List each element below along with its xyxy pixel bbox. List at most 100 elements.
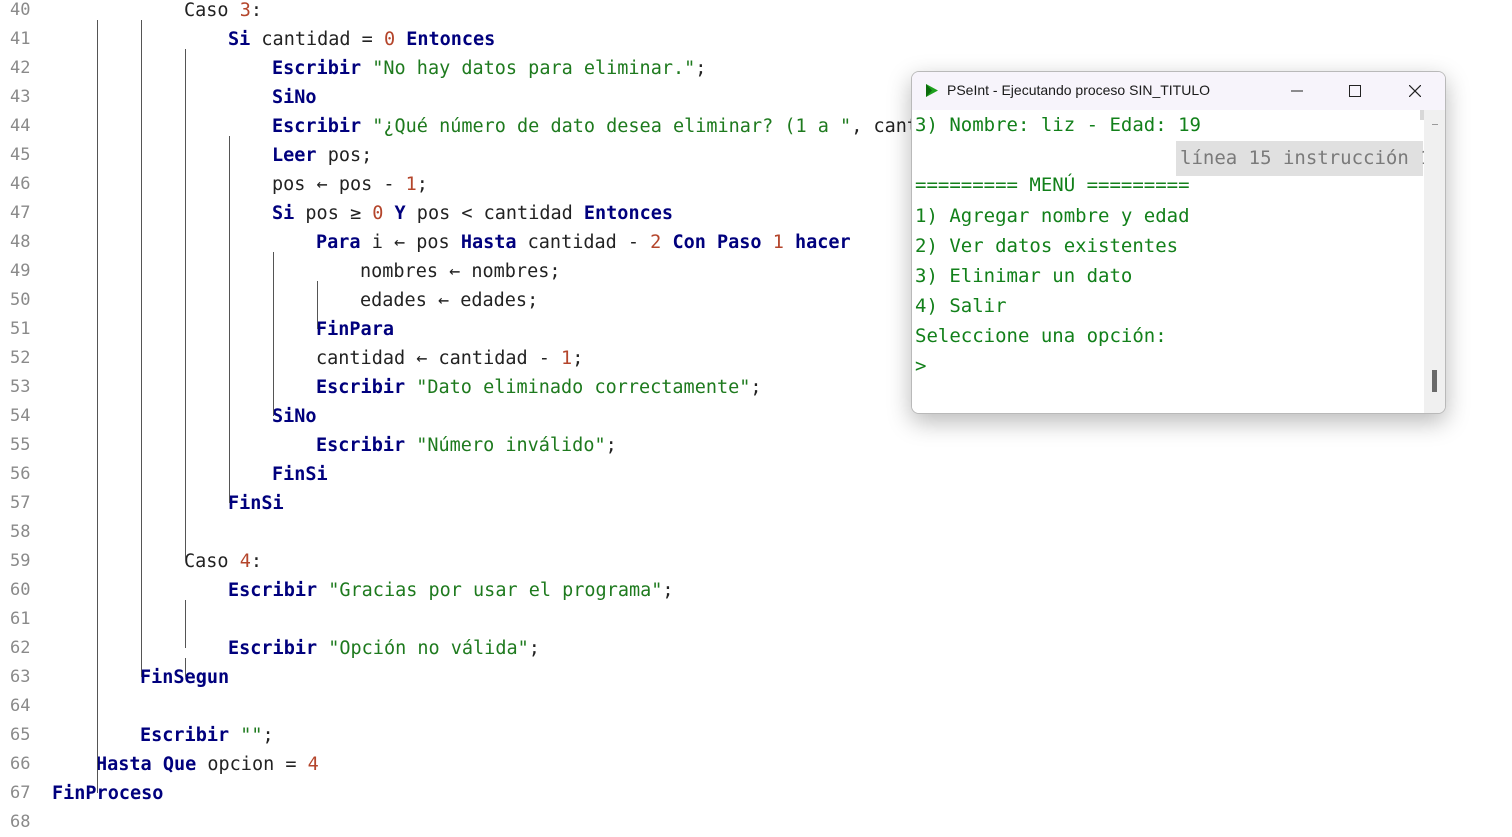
code-text[interactable]: pos ← pos - 1;: [272, 170, 428, 199]
code-token: Escribir: [272, 116, 362, 137]
input-prompt[interactable]: >: [915, 352, 926, 380]
code-line[interactable]: 67 FinProceso: [0, 779, 1512, 808]
code-token: ;: [262, 725, 274, 746]
code-line[interactable]: 68: [0, 808, 1512, 837]
minimize-button[interactable]: [1268, 72, 1326, 110]
code-token: Caso: [184, 551, 240, 572]
code-token: :: [250, 0, 262, 21]
console-line: Seleccione una opción:: [915, 325, 1167, 347]
code-line[interactable]: 66 Hasta Que opcion = 4: [0, 750, 1512, 779]
code-token: :: [250, 551, 262, 572]
line-number: 52: [10, 348, 31, 368]
code-token: ;: [572, 348, 584, 369]
code-text[interactable]: Escribir "Gracias por usar el programa";: [228, 576, 674, 605]
code-text[interactable]: nombres ← nombres;: [360, 257, 560, 286]
code-token: Escribir: [228, 638, 318, 659]
code-token: Caso: [184, 0, 240, 21]
code-token: , cant: [851, 116, 919, 137]
code-text[interactable]: Caso 3:: [184, 0, 262, 25]
code-token: cantidad -: [516, 232, 651, 253]
console-output[interactable]: > Seleccione una opción: 4) Salir 3) Elinim…: [912, 110, 1432, 413]
line-number: 44: [10, 116, 31, 136]
code-line[interactable]: 61: [0, 605, 1512, 634]
code-text[interactable]: FinSi: [272, 460, 328, 489]
code-line[interactable]: 60 Escribir "Gracias por usar el programa…: [0, 576, 1512, 605]
code-text[interactable]: Escribir "¿Qué número de dato desea elim…: [272, 112, 918, 141]
code-text[interactable]: Escribir "Número inválido";: [316, 431, 617, 460]
line-number: 68: [10, 812, 31, 832]
line-number: 46: [10, 174, 31, 194]
line-number: 60: [10, 580, 31, 600]
line-number: 45: [10, 145, 31, 165]
code-text[interactable]: Escribir "No hay datos para eliminar.";: [272, 54, 706, 83]
code-token: ;: [695, 58, 707, 79]
code-line[interactable]: 65 Escribir "";: [0, 721, 1512, 750]
code-token: Hasta: [460, 232, 517, 253]
console-line: 4) Salir: [915, 295, 1007, 317]
code-text[interactable]: Escribir "Opción no válida";: [228, 634, 540, 663]
indent-guide: [185, 600, 186, 648]
code-token: "Dato eliminado correctamente": [416, 377, 751, 398]
code-text[interactable]: Escribir "Dato eliminado correctamente";: [316, 373, 762, 402]
code-text[interactable]: Si pos ≥ 0 Y pos < cantidad Entonces: [272, 199, 673, 228]
code-line[interactable]: 59 Caso 4:: [0, 547, 1512, 576]
code-token: ;: [750, 377, 762, 398]
code-line[interactable]: 63 FinSegun: [0, 663, 1512, 692]
code-text[interactable]: FinSi: [228, 489, 284, 518]
code-text[interactable]: Si cantidad = 0 Entonces: [228, 25, 495, 54]
console-title: PSeInt - Ejecutando proceso SIN_TITULO: [947, 82, 1211, 98]
code-line[interactable]: 55 Escribir "Número inválido";: [0, 431, 1512, 460]
code-token: Si: [228, 29, 251, 50]
code-token: Escribir: [140, 725, 230, 746]
code-line[interactable]: 64: [0, 692, 1512, 721]
line-number: 55: [10, 435, 31, 455]
code-text[interactable]: Hasta Que opcion = 4: [96, 750, 319, 779]
pseint-logo-icon: [926, 84, 938, 97]
code-line[interactable]: 57 FinSi: [0, 489, 1512, 518]
code-text[interactable]: FinProceso: [52, 779, 163, 808]
indent-guide: [273, 252, 274, 416]
code-token: 1: [561, 348, 573, 369]
code-line[interactable]: 62 Escribir "Opción no válida";: [0, 634, 1512, 663]
code-line[interactable]: 58: [0, 518, 1512, 547]
code-text[interactable]: Escribir "";: [140, 721, 274, 750]
code-line[interactable]: 56 FinSi: [0, 460, 1512, 489]
code-token: "No hay datos para eliminar.": [372, 58, 696, 79]
code-text[interactable]: Caso 4:: [184, 547, 262, 576]
code-token: Escribir: [272, 58, 362, 79]
code-token: FinSi: [228, 493, 284, 514]
line-number: 67: [10, 783, 31, 803]
console-window[interactable]: PSeInt - Ejecutando proceso SIN_TITULO >…: [911, 71, 1446, 414]
code-text[interactable]: Para i ← pos Hasta cantidad - 2 Con Paso…: [316, 228, 851, 257]
console-scrollbar[interactable]: [1424, 110, 1445, 413]
code-token: Entonces: [406, 29, 496, 50]
code-token: 3: [239, 0, 251, 21]
line-number: 64: [10, 696, 31, 716]
code-token: Escribir: [228, 580, 318, 601]
code-line[interactable]: 40 Caso 3:: [0, 0, 1512, 25]
scroll-thumb[interactable]: [1432, 370, 1437, 392]
maximize-button[interactable]: [1326, 72, 1384, 110]
code-text[interactable]: SiNo: [272, 402, 317, 431]
line-number: 54: [10, 406, 31, 426]
code-token: Y: [394, 203, 406, 224]
code-token: "¿Qué número de dato desea eliminar? (1 …: [372, 116, 852, 137]
code-token: opcion =: [196, 754, 308, 775]
line-number: 59: [10, 551, 31, 571]
code-text[interactable]: cantidad ← cantidad - 1;: [316, 344, 583, 373]
console-line: ========= MENÚ =========: [915, 174, 1190, 196]
code-text[interactable]: edades ← edades;: [360, 286, 538, 315]
code-token: 0: [372, 203, 384, 224]
code-text[interactable]: SiNo: [272, 83, 317, 112]
code-text[interactable]: Leer pos;: [272, 141, 372, 170]
console-line: 1) Agregar nombre y edad: [915, 205, 1190, 227]
code-line[interactable]: 41 Si cantidad = 0 Entonces: [0, 25, 1512, 54]
close-button[interactable]: [1386, 72, 1444, 110]
code-text[interactable]: FinPara: [316, 315, 394, 344]
console-titlebar[interactable]: PSeInt - Ejecutando proceso SIN_TITULO: [912, 72, 1445, 110]
console-line: 3) Elinimar un dato: [915, 265, 1133, 287]
